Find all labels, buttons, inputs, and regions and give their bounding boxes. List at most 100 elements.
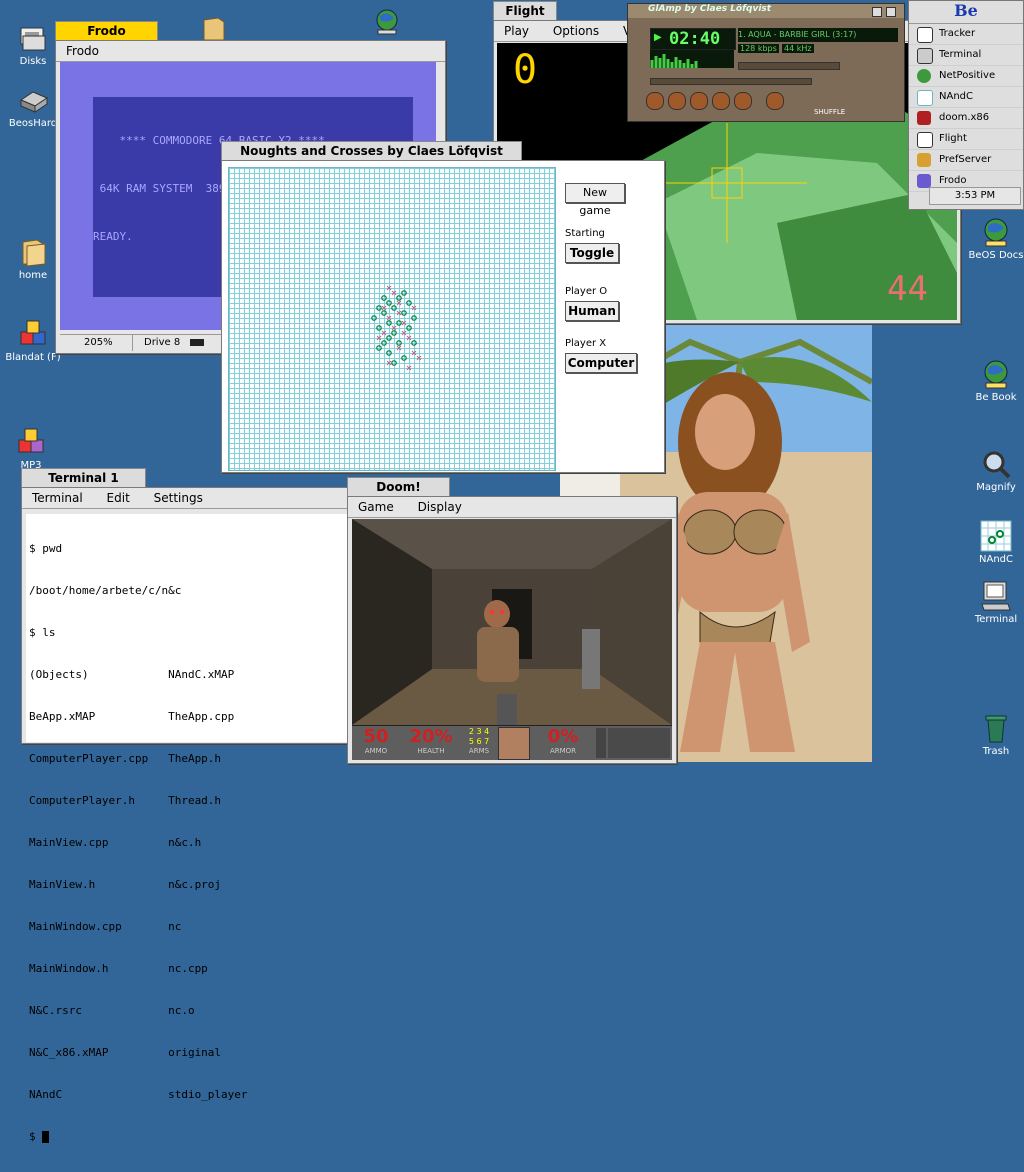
desktop-icon-terminal[interactable]: Terminal (966, 580, 1024, 625)
menu-edit[interactable]: Edit (107, 491, 130, 505)
deskbar-item-tracker[interactable]: Tracker (909, 24, 1023, 45)
folder-icon[interactable] (200, 16, 232, 41)
harddisk-icon (17, 84, 49, 116)
globe-icon (917, 69, 931, 83)
desktop-icon-label: Trash (982, 746, 1010, 757)
glamp-close-button[interactable] (886, 7, 896, 17)
prev-button[interactable] (646, 92, 664, 110)
glamp-track-display: 1. AQUA - BARBIE GIRL (3:17) (738, 28, 898, 42)
desktop-icon-disks[interactable]: Disks (3, 22, 63, 67)
speed-indicator: 205% (84, 337, 113, 348)
new-game-button[interactable]: New game (565, 183, 625, 217)
desktop-icon-beoshard[interactable]: BeosHard (3, 84, 63, 129)
nandc-window-tab[interactable]: Noughts and Crosses by Claes Löfqvist (221, 141, 522, 160)
menu-settings[interactable]: Settings (154, 491, 203, 505)
menu-options[interactable]: Options (553, 24, 599, 38)
menu-game[interactable]: Game (358, 500, 394, 514)
desktop-icon-beos-docs[interactable]: BeOS Docs (966, 216, 1024, 261)
menu-play[interactable]: Play (504, 24, 529, 38)
deskbar-item-terminal[interactable]: Terminal (909, 45, 1023, 66)
flight-icon (917, 132, 933, 148)
disks-icon (17, 22, 49, 54)
pause-button[interactable] (690, 92, 708, 110)
glamp-titlebar: GlAmp by Claes Löfqvist (628, 4, 904, 18)
terminal-icon (980, 580, 1012, 612)
desktop-icon-mp3[interactable]: MP3 (1, 426, 61, 471)
eject-button[interactable] (766, 92, 784, 110)
c64-icon (917, 174, 931, 188)
glamp-bitrate: 128 kbps (738, 44, 779, 53)
health-value: 20% (409, 726, 453, 747)
terminal-line: ComputerPlayer.cpp TheApp.h (29, 752, 222, 765)
glamp-time: 02:40 (669, 29, 721, 49)
deskbar-item-prefserver[interactable]: PrefServer (909, 150, 1023, 171)
blocks-icon (17, 318, 49, 350)
be-menu-button[interactable]: Be (909, 1, 1023, 24)
globe-icon (980, 216, 1012, 248)
terminal-window-tab[interactable]: Terminal 1 (21, 468, 146, 487)
next-button[interactable] (734, 92, 752, 110)
health-label: HEALTH (417, 747, 445, 755)
terminal-line: NAndC stdio_player (29, 1088, 248, 1101)
doom-statusbar: 50 AMMO 20% HEALTH 2 3 45 6 7 ARMS 0% AR… (352, 725, 672, 760)
glamp-seek-slider[interactable] (650, 78, 812, 85)
desktop-icon-nandc[interactable]: NAndC (966, 520, 1024, 565)
nandc-window: New game Starting Toggle Player O Human … (221, 160, 665, 473)
flight-counter: 44 (887, 269, 928, 309)
doom-viewport[interactable] (352, 519, 672, 725)
frodo-title: Frodo (66, 44, 99, 58)
terminal-line: N&C.rsrc nc.o (29, 1004, 195, 1017)
ammo-table (608, 728, 670, 758)
magnify-icon (980, 448, 1012, 480)
desktop-icon-label: Disks (19, 56, 47, 67)
deskbar-item-flight[interactable]: Flight (909, 129, 1023, 150)
glamp-frequency: 44 kHz (782, 44, 814, 53)
frodo-window-tab[interactable]: Frodo (55, 21, 158, 40)
deskbar-item-doom[interactable]: doom.x86 (909, 108, 1023, 129)
game-board[interactable] (228, 167, 556, 471)
flight-window-tab[interactable]: Flight (493, 1, 557, 20)
terminal-output[interactable]: $ pwd /boot/home/arbete/c/n&c $ ls (Obje… (26, 514, 347, 1143)
stop-button[interactable] (712, 92, 730, 110)
glamp-time-display: ▶ 02:40 (650, 28, 736, 50)
doom-menubar: Game Display (348, 497, 676, 518)
glamp-minimize-button[interactable] (872, 7, 882, 17)
globe-icon (980, 358, 1012, 390)
terminal-line: $ pwd (29, 542, 63, 555)
flight-score: 0 (513, 47, 538, 93)
desktop-icon-magnify[interactable]: Magnify (966, 448, 1024, 493)
glamp-spectrum (650, 50, 734, 68)
terminal-window: Terminal Edit Settings $ pwd /boot/home/… (21, 487, 349, 1143)
doom-icon (917, 111, 931, 125)
doom-window-tab[interactable]: Doom! (347, 477, 450, 496)
play-button[interactable] (668, 92, 686, 110)
player-o-button[interactable]: Human (565, 301, 619, 321)
glamp-volume-slider[interactable] (738, 62, 840, 70)
desktop-icon-be-book[interactable]: Be Book (966, 358, 1024, 403)
menu-terminal[interactable]: Terminal (32, 491, 83, 505)
terminal-line: MainWindow.cpp nc (29, 920, 182, 933)
player-o-label: Player O (565, 286, 608, 297)
desktop-icon-trash[interactable]: Trash (966, 712, 1024, 757)
shuffle-label[interactable]: SHUFFLE (814, 108, 845, 116)
menu-display[interactable]: Display (418, 500, 462, 514)
toggle-starting-button[interactable]: Toggle (565, 243, 619, 263)
globe-icon[interactable] (372, 6, 402, 36)
ammo-readout: 50 AMMO (354, 727, 398, 756)
player-x-label: Player X (565, 338, 607, 349)
terminal-line: MainWindow.h nc.cpp (29, 962, 208, 975)
drive-led (190, 339, 204, 346)
deskbar-item-netpositive[interactable]: NetPositive (909, 66, 1023, 87)
player-x-button[interactable]: Computer (565, 353, 637, 373)
terminal-line: MainView.h n&c.proj (29, 878, 222, 891)
desktop-icon-home[interactable]: home (3, 236, 63, 281)
desktop-icon-blandat[interactable]: Blandat (F) (3, 318, 63, 363)
deskbar-item-nandc[interactable]: NAndC (909, 87, 1023, 108)
terminal-line: BeApp.xMAP TheApp.cpp (29, 710, 235, 723)
glamp-transport (646, 92, 796, 112)
terminal-line: MainView.cpp n&c.h (29, 836, 202, 849)
deskbar-clock[interactable]: 3:53 PM (929, 187, 1021, 205)
desktop-icon-label: Magnify (976, 482, 1016, 493)
desktop-icon-label: BeosHard (8, 118, 58, 129)
game-pieces (371, 285, 422, 371)
